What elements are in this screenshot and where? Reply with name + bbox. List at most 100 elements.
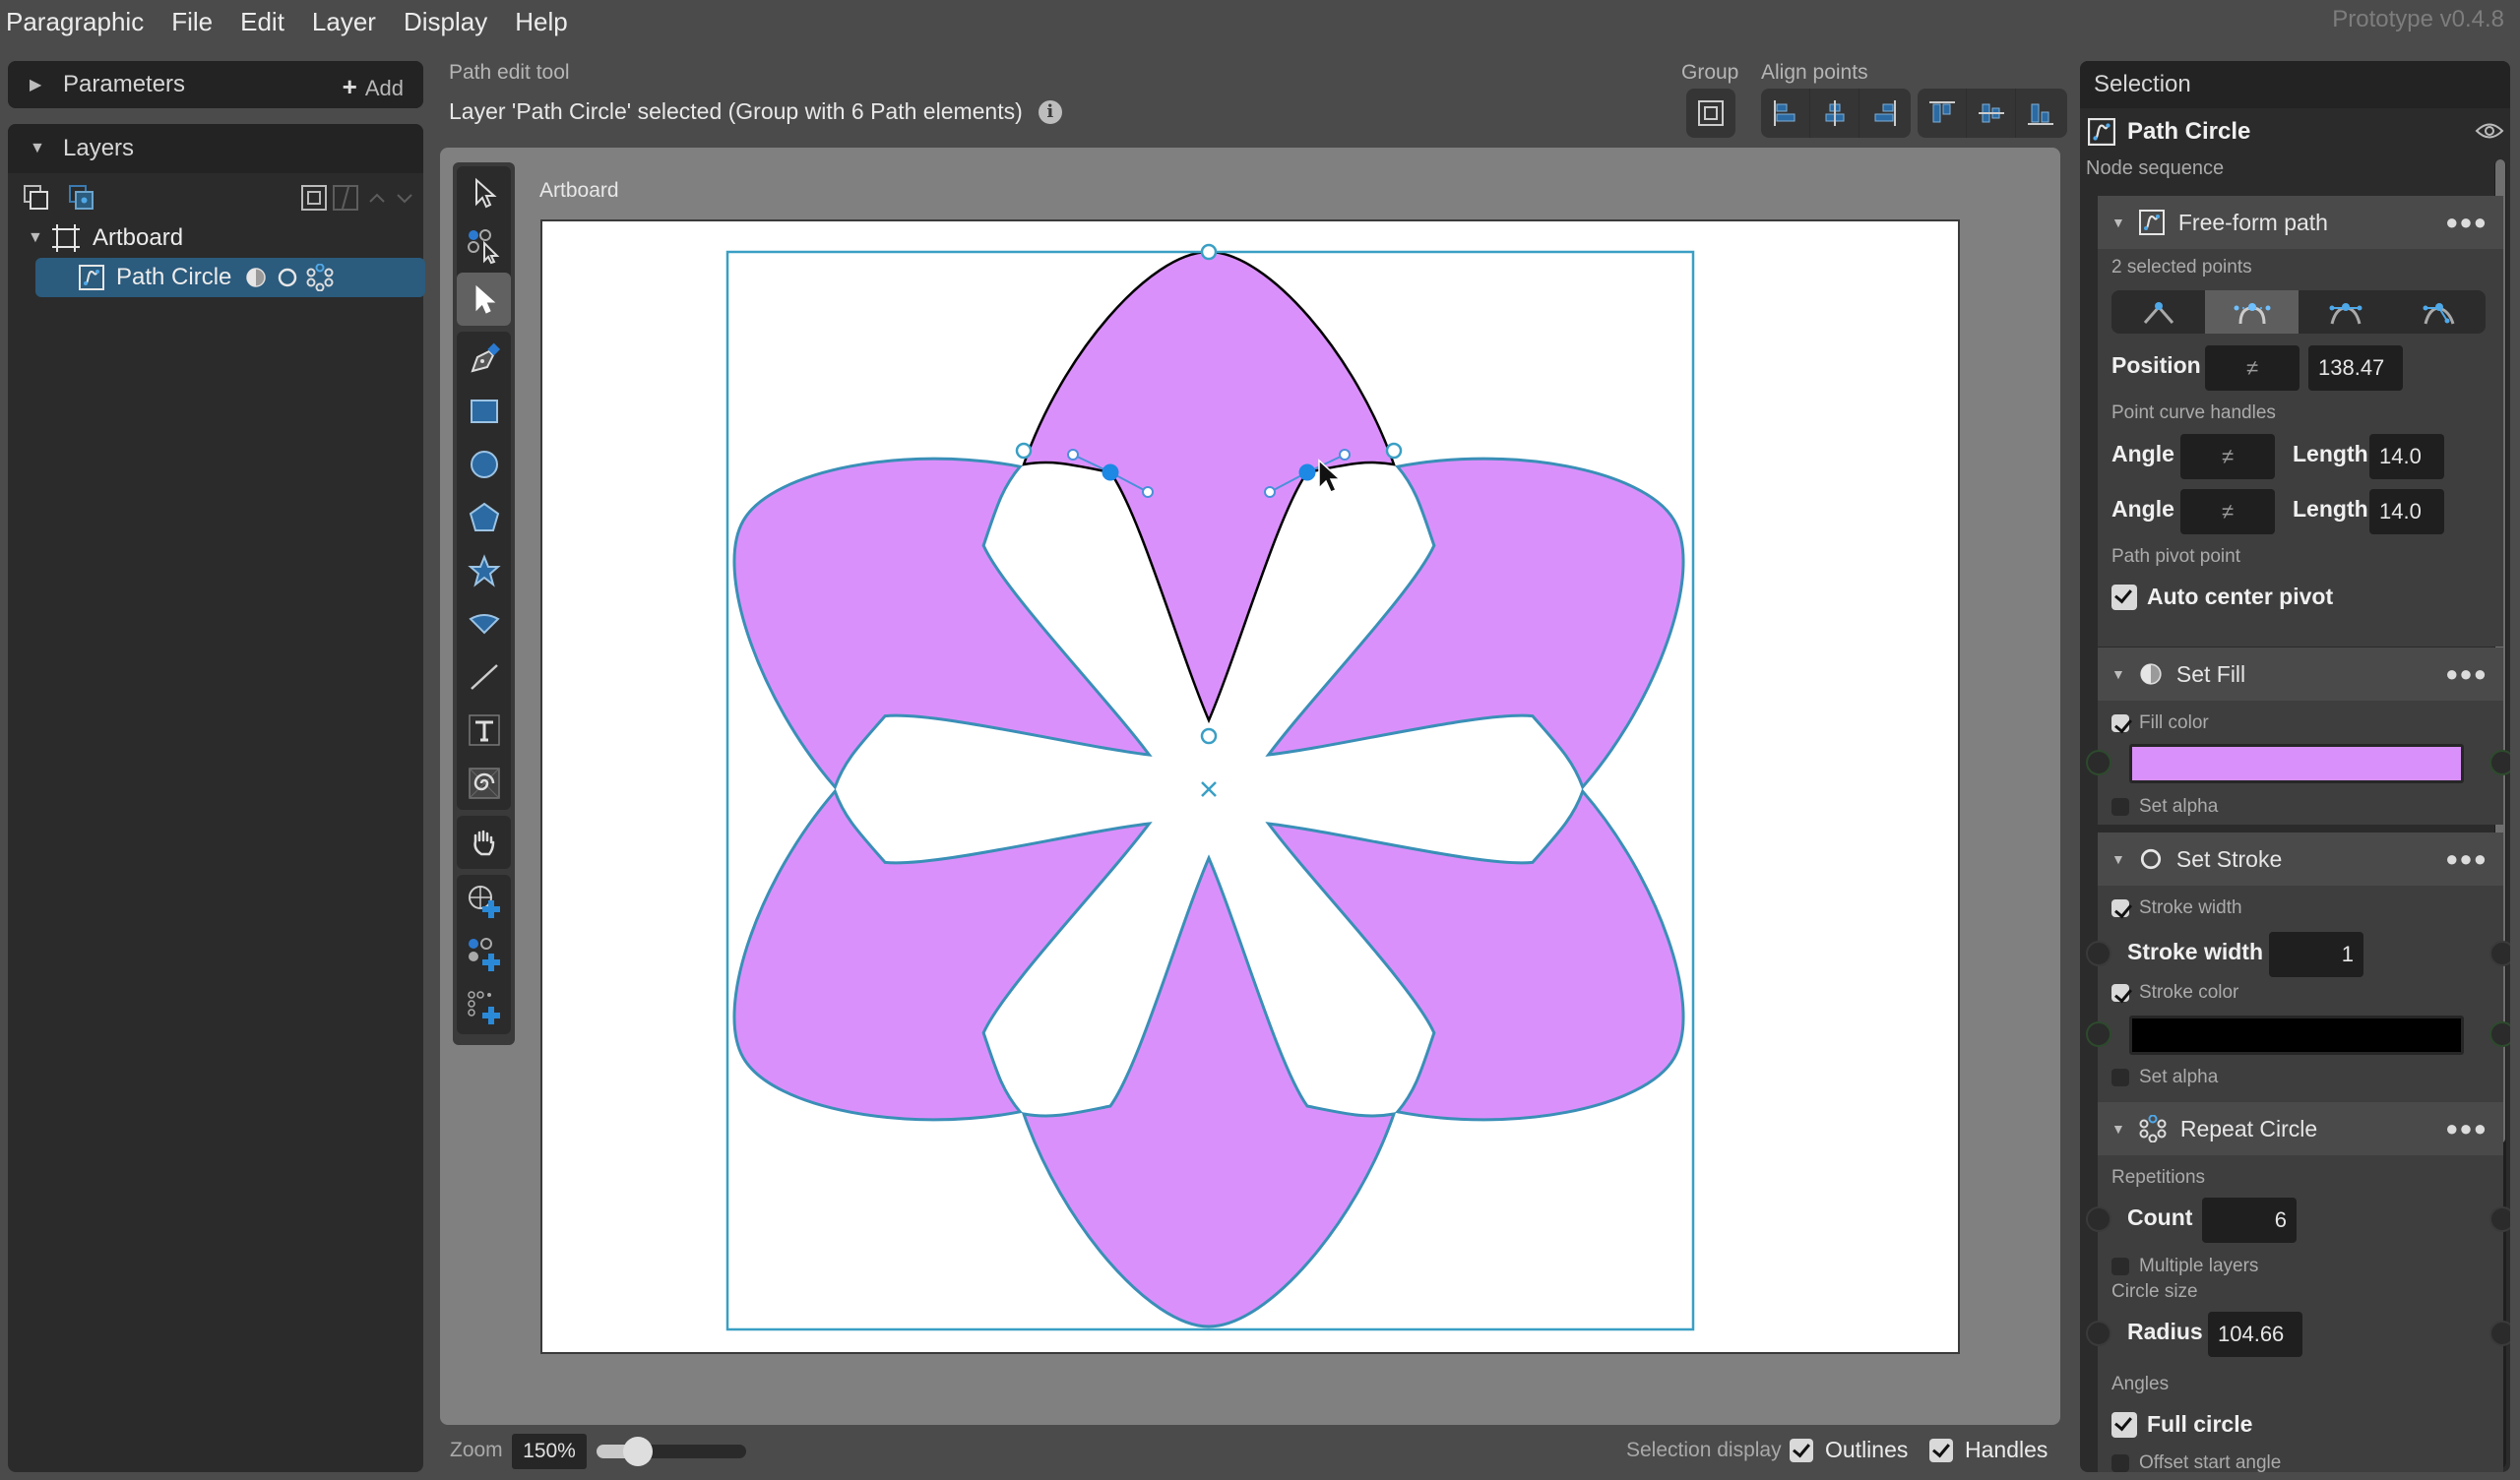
more-options-icon[interactable]: ●●● [2445,210,2488,235]
anchor-point[interactable] [1200,243,1218,261]
position-x-input[interactable]: ≠ [2205,345,2300,391]
multiple-layers-checkbox[interactable] [2111,1258,2129,1275]
menu-edit[interactable]: Edit [240,7,284,37]
tool-polygon[interactable] [457,491,511,544]
tool-star[interactable] [457,544,511,597]
tool-wedge[interactable] [457,597,511,650]
curve-mode-smooth-aligned[interactable] [2299,290,2392,334]
fill-color-input-port[interactable] [2086,750,2111,775]
zoom-slider[interactable] [597,1437,746,1466]
curve-mode-corner[interactable] [2111,290,2205,334]
position-y-input[interactable]: 138.47 [2308,345,2403,391]
stroke-set-alpha-toggle[interactable]: Set alpha [2111,1067,2218,1088]
tool-direct-select[interactable] [457,273,511,326]
artwork-canvas[interactable] [542,221,1962,1356]
curve-handle[interactable] [1264,486,1276,498]
new-layer-icon[interactable] [67,183,96,213]
set-fill-header[interactable]: ▼ Set Fill ●●● [2098,648,2503,701]
handles-toggle[interactable]: Handles [1929,1437,2048,1463]
curve-handle[interactable] [1339,449,1351,461]
tool-line[interactable] [457,650,511,704]
angle-2-input[interactable]: ≠ [2180,489,2275,534]
stroke-color-swatch[interactable] [2129,1016,2464,1055]
collapse-triangle-icon[interactable]: ▼ [2111,666,2125,682]
more-options-icon[interactable]: ●●● [2445,846,2488,872]
count-output-port[interactable] [2489,1206,2510,1232]
collapse-triangle-icon[interactable]: ▼ [2111,215,2125,230]
radius-input[interactable]: 104.66 [2208,1312,2302,1357]
selected-anchor-point[interactable] [1298,463,1316,481]
outlines-checkbox[interactable] [1790,1438,1813,1462]
visibility-eye-icon[interactable] [2475,120,2504,142]
menu-help[interactable]: Help [515,7,567,37]
move-layer-up-icon[interactable] [362,183,392,213]
repeat-circle-header[interactable]: ▼ Repeat Circle ●●● [2098,1102,2503,1155]
ungroup-layer-icon[interactable] [331,183,360,213]
artboard[interactable] [540,219,1960,1354]
handles-checkbox[interactable] [1929,1438,1953,1462]
curve-handle[interactable] [1142,486,1154,498]
full-circle-checkbox[interactable] [2111,1411,2137,1438]
zoom-input[interactable]: 150% [512,1434,587,1469]
align-middle-button[interactable] [1967,89,2016,138]
tool-add-transform[interactable] [457,875,511,928]
tool-text[interactable] [457,704,511,757]
collapse-triangle-icon[interactable]: ▼ [28,229,43,247]
selected-anchor-point[interactable] [1102,463,1119,481]
anchor-point[interactable] [1200,727,1218,745]
layer-row-artboard[interactable]: ▼ Artboard [28,218,183,258]
tool-add-node[interactable] [457,928,511,981]
count-input[interactable]: 6 [2202,1198,2297,1243]
stroke-color-output-port[interactable] [2489,1021,2510,1047]
align-center-h-button[interactable] [1810,89,1859,138]
duplicate-layer-icon[interactable] [22,183,51,213]
fill-color-toggle[interactable]: Fill color [2111,712,2209,734]
menu-layer[interactable]: Layer [312,7,376,37]
move-layer-down-icon[interactable] [390,183,419,213]
curve-mode-free[interactable] [2392,290,2486,334]
tool-multi-select[interactable] [457,219,511,273]
collapse-triangle-icon[interactable]: ▼ [2111,851,2125,867]
petal-selected[interactable] [1022,250,1396,724]
stroke-width-checkbox[interactable] [2111,899,2129,917]
fill-color-output-port[interactable] [2489,750,2510,775]
stroke-color-checkbox[interactable] [2111,984,2129,1002]
stroke-color-toggle[interactable]: Stroke color [2111,982,2238,1004]
align-left-button[interactable] [1761,89,1810,138]
stroke-width-input-port[interactable] [2086,941,2111,966]
count-input-port[interactable] [2086,1206,2111,1232]
multiple-layers-toggle[interactable]: Multiple layers [2111,1256,2258,1277]
tool-ellipse[interactable] [457,438,511,491]
tool-add-grid[interactable] [457,981,511,1034]
full-circle-toggle[interactable]: Full circle [2111,1411,2252,1438]
align-top-button[interactable] [1918,89,1967,138]
more-options-icon[interactable]: ●●● [2445,661,2488,687]
group-button[interactable] [1686,89,1735,138]
stroke-width-output-port[interactable] [2489,941,2510,966]
offset-start-angle-checkbox[interactable] [2111,1454,2129,1472]
stroke-width-toggle[interactable]: Stroke width [2111,897,2242,919]
tool-image[interactable] [457,757,511,810]
anchor-point[interactable] [1385,442,1403,460]
auto-center-pivot-toggle[interactable]: Auto center pivot [2111,584,2333,610]
set-stroke-header[interactable]: ▼ Set Stroke ●●● [2098,832,2503,886]
menu-file[interactable]: File [171,7,213,37]
tool-rectangle[interactable] [457,385,511,438]
offset-start-angle-toggle[interactable]: Offset start angle [2111,1452,2281,1472]
stroke-width-input[interactable]: 1 [2269,932,2363,977]
zoom-slider-thumb[interactable] [623,1437,654,1466]
fill-set-alpha-toggle[interactable]: Set alpha [2111,796,2218,818]
more-options-icon[interactable]: ●●● [2445,1116,2488,1141]
layer-row-path-circle[interactable]: Path Circle [35,258,425,297]
collapse-triangle-icon[interactable]: ▼ [2111,1121,2125,1137]
auto-center-checkbox[interactable] [2111,584,2137,610]
curve-mode-smooth-symmetric[interactable] [2205,290,2299,334]
pivot-center-icon[interactable] [1201,781,1217,797]
tool-hand[interactable] [457,816,511,869]
add-parameter-button[interactable]: + Add [343,72,404,102]
angle-1-input[interactable]: ≠ [2180,434,2275,479]
menu-app[interactable]: Paragraphic [6,7,144,37]
stroke-color-input-port[interactable] [2086,1021,2111,1047]
radius-output-port[interactable] [2489,1321,2510,1346]
layers-header[interactable]: ▼ Layers [8,124,423,173]
